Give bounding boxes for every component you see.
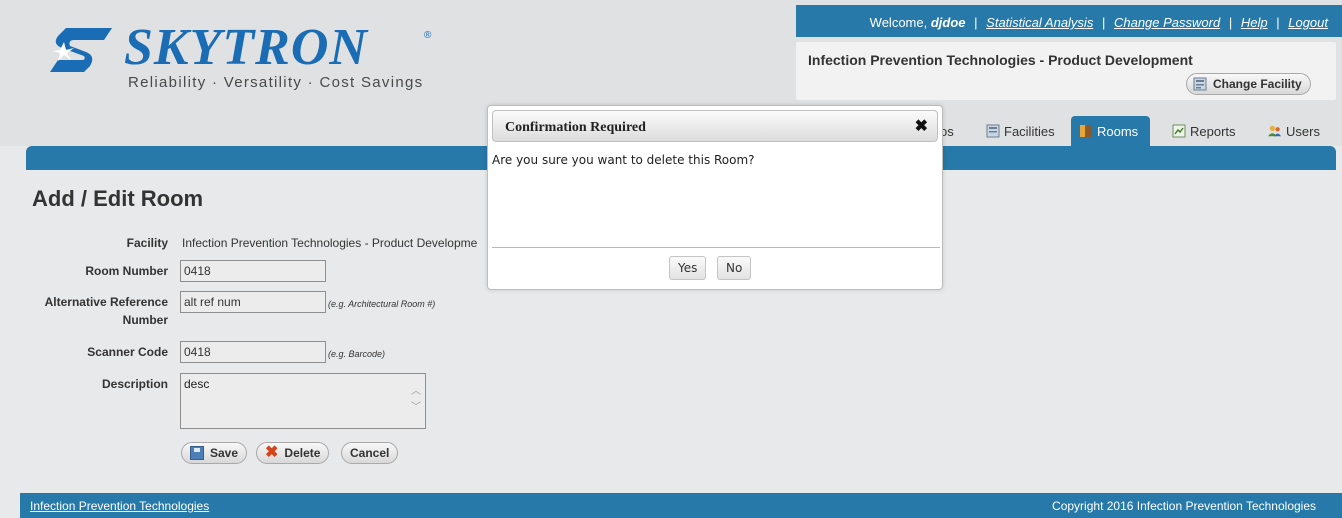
tab-facilities-label: Facilities bbox=[1004, 123, 1055, 139]
save-button-label: Save bbox=[210, 446, 239, 460]
change-facility-label: Change Facility bbox=[1213, 77, 1302, 91]
save-button[interactable]: Save bbox=[181, 442, 248, 464]
separator: | bbox=[974, 15, 978, 30]
cancel-button-label: Cancel bbox=[350, 446, 390, 460]
alt-ref-input[interactable] bbox=[180, 291, 326, 313]
delete-button[interactable]: ✖ Delete bbox=[256, 442, 330, 464]
dialog-title: Confirmation Required bbox=[505, 120, 646, 135]
change-facility-button[interactable]: Change Facility bbox=[1186, 73, 1311, 95]
welcome-text: Welcome, bbox=[869, 15, 931, 30]
brand-name: SKYTRON bbox=[124, 19, 368, 76]
scanner-code-hint: (e.g. Barcode) bbox=[328, 349, 386, 359]
tab-rooms-label: Rooms bbox=[1097, 123, 1139, 139]
footer: Infection Prevention Technologies Copyri… bbox=[20, 493, 1342, 518]
statistical-analysis-link[interactable]: Statistical Analysis bbox=[986, 15, 1093, 30]
change-password-link[interactable]: Change Password bbox=[1114, 15, 1220, 30]
facility-label: Facility bbox=[126, 236, 168, 250]
tab-users-label: Users bbox=[1286, 123, 1320, 139]
report-icon bbox=[1172, 124, 1186, 138]
separator: | bbox=[1228, 15, 1233, 30]
top-user-bar: Welcome, djdoe | Statistical Analysis | … bbox=[796, 5, 1342, 37]
tab-users[interactable]: Users bbox=[1268, 116, 1320, 146]
skytron-logo-icon bbox=[50, 28, 112, 72]
tab-facilities[interactable]: Facilities bbox=[986, 116, 1055, 146]
scroll-up-icon[interactable]: ︿ bbox=[411, 384, 421, 400]
scanner-code-input[interactable] bbox=[180, 341, 326, 363]
alt-ref-label: Alternative Reference bbox=[44, 295, 168, 309]
current-facility-name: Infection Prevention Technologies - Prod… bbox=[808, 52, 1193, 68]
room-number-label: Room Number bbox=[85, 264, 168, 278]
alt-ref-hint: (e.g. Architectural Room #) bbox=[328, 299, 436, 309]
help-link[interactable]: Help bbox=[1241, 15, 1268, 30]
description-scrollbar[interactable]: ︿ ﹀ bbox=[411, 384, 421, 418]
tab-reports-label: Reports bbox=[1190, 123, 1236, 139]
footer-company-link[interactable]: Infection Prevention Technologies bbox=[30, 499, 209, 513]
cancel-button[interactable]: Cancel bbox=[341, 442, 399, 464]
confirmation-dialog: Confirmation Required ✖ Are you sure you… bbox=[487, 105, 943, 290]
registered-mark: ® bbox=[424, 30, 432, 41]
page-title: Add / Edit Room bbox=[32, 186, 204, 211]
no-button[interactable]: No bbox=[717, 256, 752, 280]
yes-button-label: Yes bbox=[678, 261, 698, 275]
save-icon bbox=[190, 446, 204, 460]
delete-x-icon: ✖ bbox=[265, 444, 279, 461]
scanner-code-label: Scanner Code bbox=[87, 345, 168, 359]
room-icon bbox=[1080, 125, 1092, 137]
separator: | bbox=[1101, 15, 1106, 30]
no-button-label: No bbox=[726, 261, 743, 275]
separator: | bbox=[1276, 15, 1280, 30]
description-textarea[interactable]: desc ︿ ﹀ bbox=[180, 373, 426, 429]
scroll-down-icon[interactable]: ﹀ bbox=[411, 400, 421, 416]
logout-link[interactable]: Logout bbox=[1288, 15, 1328, 30]
welcome-username: djdoe bbox=[930, 15, 966, 30]
brand-tagline: Reliability · Versatility · Cost Savings bbox=[128, 74, 424, 91]
room-number-input[interactable] bbox=[180, 260, 326, 282]
tab-reports[interactable]: Reports bbox=[1172, 116, 1236, 146]
dialog-header: Confirmation Required ✖ bbox=[492, 110, 938, 142]
description-label: Description bbox=[101, 377, 168, 391]
description-text: desc bbox=[184, 377, 210, 391]
dialog-divider bbox=[492, 247, 940, 248]
facility-icon bbox=[986, 124, 1000, 138]
facility-panel: Infection Prevention Technologies - Prod… bbox=[796, 42, 1336, 100]
facility-icon bbox=[1193, 77, 1207, 91]
facility-value: Infection Prevention Technologies - Prod… bbox=[182, 236, 478, 250]
yes-button[interactable]: Yes bbox=[669, 256, 707, 280]
dialog-message: Are you sure you want to delete this Roo… bbox=[492, 153, 755, 167]
users-icon bbox=[1268, 125, 1282, 137]
skytron-logo: SKYTRON ® Reliability · Versatility · Co… bbox=[42, 14, 442, 94]
alt-ref-label-line2: Number bbox=[122, 313, 168, 327]
close-icon[interactable]: ✖ bbox=[915, 116, 928, 136]
tab-rooms[interactable]: Rooms bbox=[1071, 116, 1151, 146]
footer-copyright: Copyright 2016 Infection Prevention Tech… bbox=[1052, 499, 1316, 513]
delete-button-label: Delete bbox=[284, 446, 321, 460]
